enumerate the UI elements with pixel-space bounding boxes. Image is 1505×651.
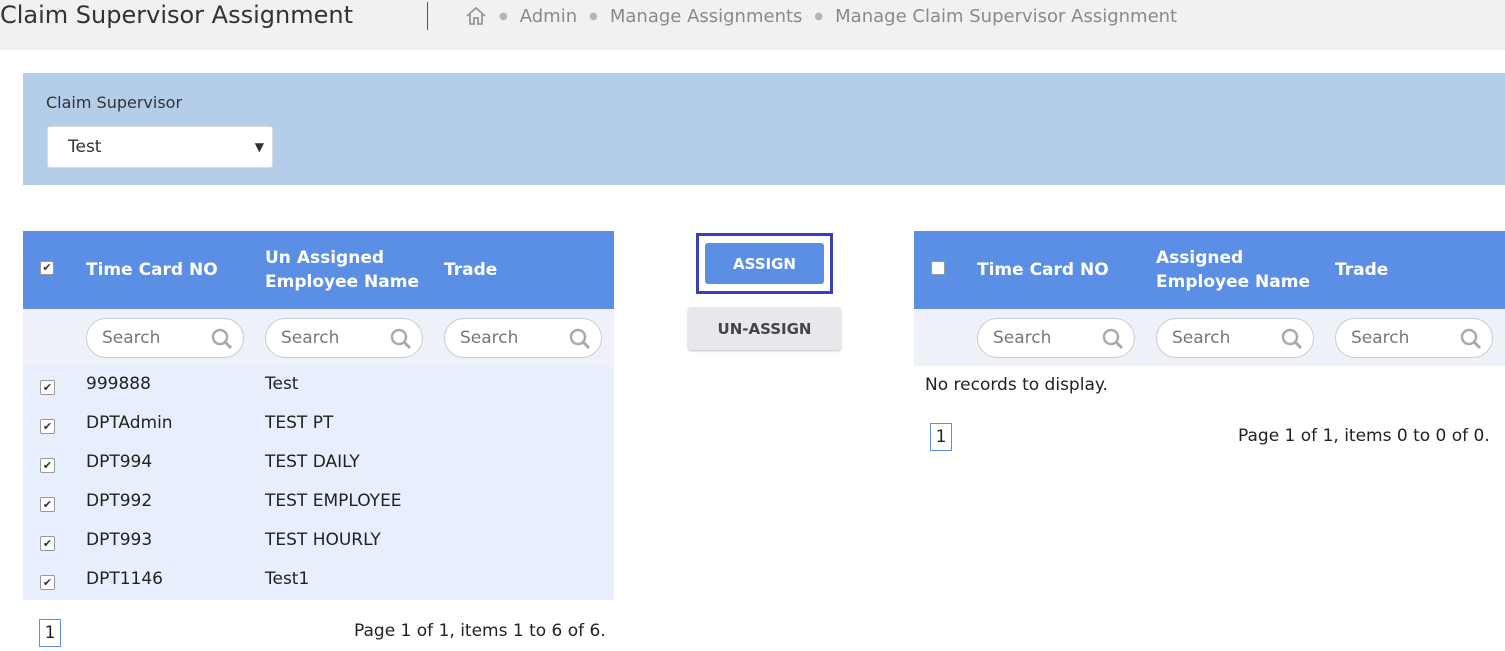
search-trade-input[interactable]: Search: [1335, 318, 1493, 358]
row-checkbox[interactable]: ✔: [40, 536, 55, 551]
search-icon: [1281, 328, 1303, 350]
table-row[interactable]: ✔ DPT1146 Test1: [23, 561, 614, 600]
unassigned-rows: ✔ 999888 Test ✔ DPTAdmin TEST PT ✔ DPT99…: [23, 366, 614, 600]
cell-time-card: DPT1146: [86, 569, 163, 589]
top-bar: Claim Supervisor Assignment ● Admin ● Ma…: [0, 0, 1505, 50]
assigned-grid: Time Card NO Assigned Employee Name Trad…: [914, 231, 1505, 366]
search-trade-input[interactable]: Search: [444, 318, 602, 358]
breadcrumb-separator: ●: [499, 10, 508, 22]
claim-supervisor-select[interactable]: Test ▼: [47, 126, 273, 168]
column-header-trade[interactable]: Trade: [1335, 231, 1455, 309]
row-checkbox[interactable]: ✔: [40, 458, 55, 473]
table-row[interactable]: ✔ DPT992 TEST EMPLOYEE: [23, 483, 614, 522]
assign-button-focus-ring: ASSIGN: [696, 233, 833, 294]
row-checkbox[interactable]: ✔: [40, 497, 55, 512]
unassigned-search-row: Search Search Search: [23, 309, 614, 366]
row-checkbox[interactable]: ✔: [40, 380, 55, 395]
claim-supervisor-selected: Test: [68, 137, 102, 157]
search-icon: [1102, 328, 1124, 350]
search-icon: [1460, 328, 1482, 350]
cell-employee-name: TEST EMPLOYEE: [265, 491, 402, 511]
cell-time-card: DPT992: [86, 491, 153, 511]
breadcrumb-current: Manage Claim Supervisor Assignment: [835, 5, 1178, 27]
search-placeholder: Search: [102, 328, 161, 348]
claim-supervisor-label: Claim Supervisor: [46, 93, 183, 112]
search-placeholder: Search: [460, 328, 519, 348]
column-header-employee-name[interactable]: Assigned Employee Name: [1156, 231, 1321, 309]
assigned-search-row: Search Search Search: [914, 309, 1505, 366]
unassign-button[interactable]: UN-ASSIGN: [688, 307, 841, 350]
unassigned-page-number[interactable]: 1: [39, 619, 61, 647]
assigned-page-number[interactable]: 1: [930, 423, 952, 451]
breadcrumb-manage-assignments[interactable]: Manage Assignments: [610, 6, 803, 27]
table-row[interactable]: ✔ DPT993 TEST HOURLY: [23, 522, 614, 561]
search-employee-name-input[interactable]: Search: [1156, 318, 1314, 358]
column-header-trade[interactable]: Trade: [444, 231, 564, 309]
cell-employee-name: Test: [265, 374, 299, 394]
breadcrumb-admin[interactable]: Admin: [520, 6, 577, 27]
cell-employee-name: TEST DAILY: [265, 452, 360, 472]
search-icon: [569, 328, 591, 350]
column-header-time-card[interactable]: Time Card NO: [977, 231, 1147, 309]
filter-panel: Claim Supervisor Test ▼: [23, 73, 1505, 185]
cell-time-card: DPT994: [86, 452, 153, 472]
column-header-time-card[interactable]: Time Card NO: [86, 231, 256, 309]
search-placeholder: Search: [1172, 328, 1231, 348]
no-records-message: No records to display.: [925, 375, 1108, 395]
title-separator: [427, 2, 428, 30]
table-row[interactable]: ✔ 999888 Test: [23, 366, 614, 405]
breadcrumb-separator: ●: [814, 10, 824, 22]
assigned-page-info: Page 1 of 1, items 0 to 0 of 0.: [1238, 426, 1490, 446]
assign-button[interactable]: ASSIGN: [705, 243, 824, 284]
search-placeholder: Search: [1351, 328, 1410, 348]
unassigned-grid: ✔ Time Card NO Un Assigned Employee Name…: [23, 231, 614, 600]
table-row[interactable]: ✔ DPTAdmin TEST PT: [23, 405, 614, 444]
search-time-card-input[interactable]: Search: [86, 318, 244, 358]
cell-employee-name: Test1: [265, 569, 310, 589]
assigned-grid-header: Time Card NO Assigned Employee Name Trad…: [914, 231, 1505, 309]
cell-time-card: DPTAdmin: [86, 413, 173, 433]
search-icon: [390, 328, 412, 350]
breadcrumb-separator: ●: [589, 10, 598, 22]
column-header-employee-name[interactable]: Un Assigned Employee Name: [265, 231, 430, 309]
cell-time-card: 999888: [86, 374, 151, 394]
breadcrumb: ● Admin ● Manage Assignments ● Manage Cl…: [465, 3, 1177, 29]
search-placeholder: Search: [993, 328, 1052, 348]
caret-down-icon: ▼: [254, 140, 264, 154]
table-row[interactable]: ✔ DPT994 TEST DAILY: [23, 444, 614, 483]
search-placeholder: Search: [281, 328, 340, 348]
select-all-checkbox[interactable]: [931, 261, 945, 275]
cell-employee-name: TEST HOURLY: [265, 530, 381, 550]
search-employee-name-input[interactable]: Search: [265, 318, 423, 358]
home-icon[interactable]: [465, 6, 487, 26]
unassigned-page-info: Page 1 of 1, items 1 to 6 of 6.: [354, 621, 606, 641]
row-checkbox[interactable]: ✔: [40, 419, 55, 434]
page-title: Claim Supervisor Assignment: [0, 1, 353, 29]
search-time-card-input[interactable]: Search: [977, 318, 1135, 358]
row-checkbox[interactable]: ✔: [40, 575, 55, 590]
select-all-checkbox[interactable]: ✔: [40, 261, 54, 275]
cell-employee-name: TEST PT: [265, 413, 334, 433]
cell-time-card: DPT993: [86, 530, 153, 550]
search-icon: [211, 328, 233, 350]
unassigned-grid-header: ✔ Time Card NO Un Assigned Employee Name…: [23, 231, 614, 309]
